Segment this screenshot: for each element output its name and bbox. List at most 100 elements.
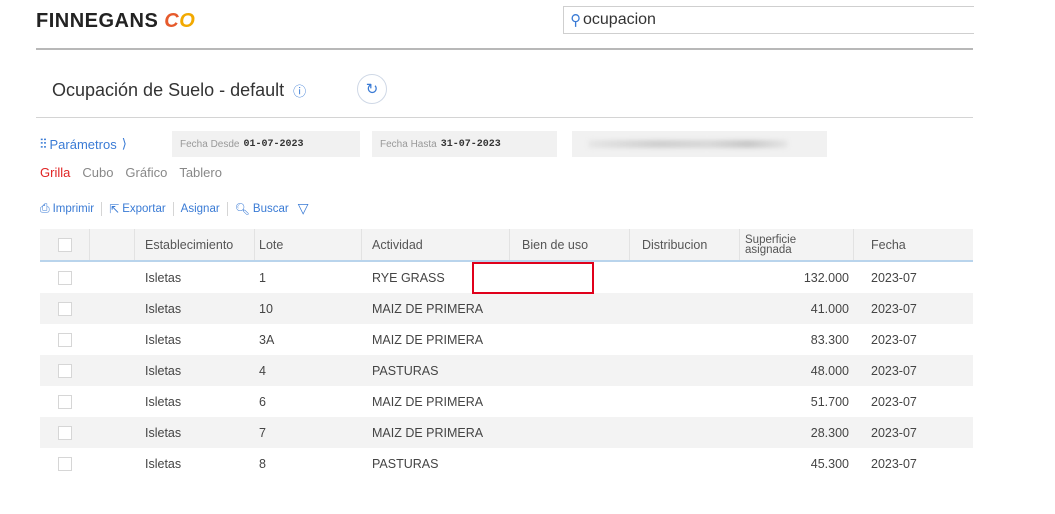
search-box[interactable]: ⚲ [563, 6, 974, 34]
cell-lote: 1 [259, 270, 266, 285]
cell-superficie: 41.000 [810, 301, 849, 316]
title-divider [36, 117, 973, 118]
refresh-button[interactable]: ↻ [357, 74, 387, 104]
cell-establecimiento: Isletas [145, 301, 182, 316]
cell-superficie: 45.300 [810, 456, 849, 471]
tab-grilla[interactable]: Grilla [40, 165, 70, 180]
fecha-desde-value: 01-07-2023 [243, 138, 304, 150]
cell-bien-de-uso[interactable] [510, 417, 630, 448]
cell-actividad: MAIZ DE PRIMERA [372, 332, 484, 347]
cell-distribucion [630, 448, 740, 479]
table-row[interactable]: Isletas 4 PASTURAS 48.000 2023-07 [40, 355, 973, 386]
row-checkbox[interactable] [58, 425, 72, 440]
header-divider [36, 48, 973, 50]
row-select-cell [40, 293, 90, 324]
col-header-fecha[interactable]: Fecha [854, 229, 973, 260]
table-row[interactable]: Isletas 1 RYE GRASS 132.000 2023-07 [40, 262, 973, 293]
filter-icon[interactable]: ▽ [298, 200, 309, 217]
cell-lote: 3A [259, 332, 275, 347]
cell-superficie: 51.700 [810, 394, 849, 409]
print-button[interactable]: ⎙ Imprimir [40, 201, 103, 216]
cell-fecha: 2023-07 [871, 425, 917, 440]
cell-bien-de-uso[interactable] [510, 448, 630, 479]
cell-fecha: 2023-07 [871, 456, 917, 471]
select-all-checkbox[interactable] [57, 237, 72, 252]
refresh-icon: ↻ [365, 81, 379, 98]
superficie-header-line2: asignada [745, 243, 792, 256]
row-checkbox[interactable] [58, 394, 72, 409]
cell-superficie: 48.000 [810, 363, 849, 378]
fecha-desde-field[interactable]: Fecha Desde 01-07-2023 [172, 131, 360, 157]
table-row[interactable]: Isletas 10 MAIZ DE PRIMERA 41.000 2023-0… [40, 293, 973, 324]
row-checkbox[interactable] [58, 301, 72, 316]
cell-actividad: MAIZ DE PRIMERA [372, 301, 484, 316]
logo-text: FINNEGANS [36, 10, 159, 32]
cell-establecimiento: Isletas [145, 456, 182, 471]
fecha-hasta-field[interactable]: Fecha Hasta 31-07-2023 [372, 131, 557, 157]
view-tabs: Grilla Cubo Gráfico Tablero [40, 165, 222, 180]
chevron-right-icon: ⟩ [121, 136, 127, 151]
page-title-text: Ocupación de Suelo - default [52, 80, 285, 100]
search-input[interactable] [583, 11, 963, 29]
col-header-lote[interactable]: Lote [247, 229, 362, 260]
cell-bien-de-uso[interactable] [510, 262, 630, 293]
print-label: Imprimir [52, 202, 95, 215]
cell-fecha: 2023-07 [871, 301, 917, 316]
col-header-distribucion[interactable]: Distribucion [630, 229, 740, 260]
cell-fecha: 2023-07 [871, 394, 917, 409]
cell-lote: 4 [259, 363, 266, 378]
cell-establecimiento: Isletas [145, 363, 182, 378]
cell-fecha: 2023-07 [871, 332, 917, 347]
fecha-hasta-label: Fecha Hasta [380, 138, 437, 150]
cell-lote: 6 [259, 394, 266, 409]
fecha-hasta-value: 31-07-2023 [440, 138, 501, 150]
cell-bien-de-uso[interactable] [510, 386, 630, 417]
logo-mark-o: O [179, 10, 196, 32]
cell-actividad: PASTURAS [372, 363, 439, 378]
cell-distribucion [630, 386, 740, 417]
cell-distribucion [630, 324, 740, 355]
row-checkbox[interactable] [58, 270, 72, 285]
magnifier-icon: 🔍︎ [234, 201, 250, 216]
tab-tablero[interactable]: Tablero [179, 165, 222, 180]
cell-distribucion [630, 355, 740, 386]
export-button[interactable]: ⇱ Exportar [102, 201, 174, 216]
cell-lote: 8 [259, 456, 266, 471]
cell-distribucion [630, 417, 740, 448]
cell-fecha: 2023-07 [871, 270, 917, 285]
cell-actividad: MAIZ DE PRIMERA [372, 394, 484, 409]
table-row[interactable]: Isletas 7 MAIZ DE PRIMERA 28.300 2023-07 [40, 417, 973, 448]
parametros-toggle[interactable]: ⫶⫶ Parámetros ⟩ [40, 136, 127, 152]
cell-bien-de-uso[interactable] [510, 355, 630, 386]
col-header-actividad[interactable]: Actividad [362, 229, 510, 260]
search-button[interactable]: 🔍︎ Buscar [228, 202, 296, 216]
cell-superficie: 83.300 [810, 332, 849, 347]
col-header-superficie-asignada[interactable]: Superficie asignada [740, 229, 854, 260]
cell-establecimiento: Isletas [145, 394, 182, 409]
row-checkbox[interactable] [58, 332, 72, 347]
table-row[interactable]: Isletas 6 MAIZ DE PRIMERA 51.700 2023-07 [40, 386, 973, 417]
col-header-establecimiento[interactable]: Establecimiento [135, 229, 255, 260]
cell-lote: 7 [259, 425, 266, 440]
tab-grafico[interactable]: Gráfico [125, 165, 167, 180]
table-row[interactable]: Isletas 8 PASTURAS 45.300 2023-07 [40, 448, 973, 479]
row-checkbox[interactable] [58, 456, 72, 471]
info-icon[interactable]: ⓘ [293, 81, 306, 100]
cell-distribucion [630, 293, 740, 324]
cell-superficie: 132.000 [803, 270, 849, 285]
assign-button[interactable]: Asignar [174, 201, 228, 216]
export-label: Exportar [122, 202, 166, 215]
cell-bien-de-uso[interactable] [510, 324, 630, 355]
table-row[interactable]: Isletas 3A MAIZ DE PRIMERA 83.300 2023-0… [40, 324, 973, 355]
tab-cubo[interactable]: Cubo [82, 165, 113, 180]
row-select-cell [40, 417, 90, 448]
cell-distribucion [630, 262, 740, 293]
cell-bien-de-uso[interactable] [510, 293, 630, 324]
col-header-bien-de-uso[interactable]: Bien de uso [510, 229, 630, 260]
cell-actividad: MAIZ DE PRIMERA [372, 425, 484, 440]
blurred-parameter-field[interactable] [572, 131, 827, 157]
finnegans-logo: FINNEGANS CO [36, 10, 195, 33]
row-select-cell [40, 355, 90, 386]
row-checkbox[interactable] [58, 363, 72, 378]
select-all-cell [40, 229, 90, 260]
